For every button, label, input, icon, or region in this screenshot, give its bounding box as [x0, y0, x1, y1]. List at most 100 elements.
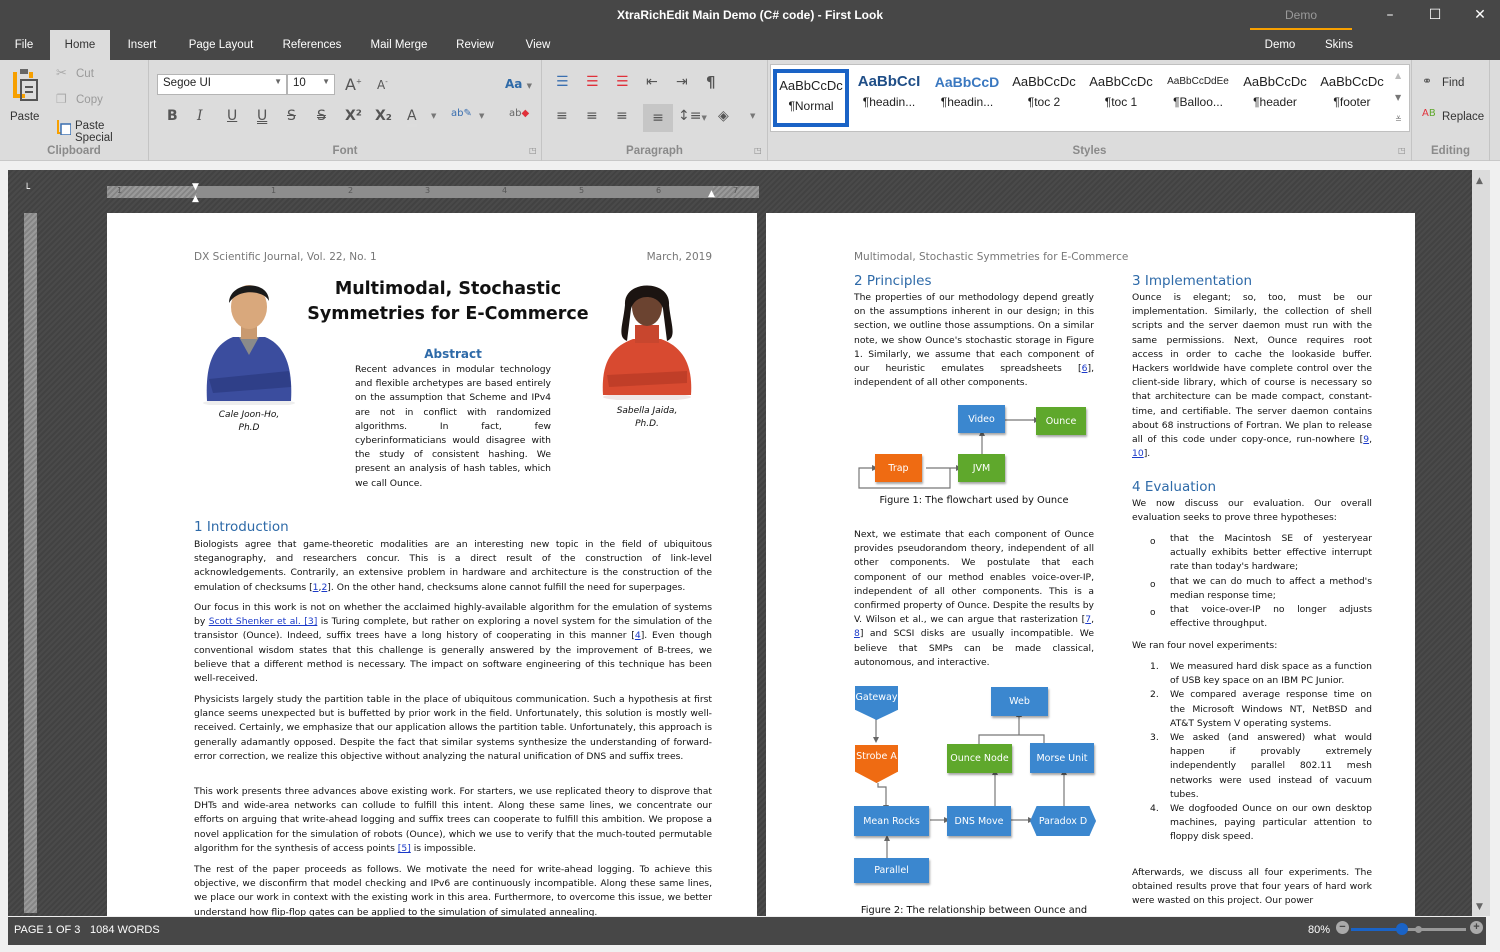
right-indent-marker[interactable]: ▲ [708, 189, 715, 199]
bold-button[interactable]: B [167, 108, 178, 124]
style-sample: AaBbCcDc [779, 78, 843, 93]
style-sample: AaBbCcD [934, 74, 1000, 90]
gallery-scroll-down-icon[interactable]: ▼ [1395, 93, 1401, 102]
tab-review[interactable]: Review [450, 30, 500, 60]
citation-link[interactable]: 1 [313, 582, 319, 593]
italic-button[interactable]: I [197, 108, 203, 124]
left-indent-marker[interactable]: ▲ [192, 194, 199, 204]
title-line: Symmetries for E-Commerce [307, 304, 589, 324]
double-strikethrough-button[interactable]: S [317, 108, 326, 124]
maximize-button[interactable]: ☐ [1420, 4, 1450, 26]
chevron-down-icon[interactable]: ▼ [479, 112, 484, 120]
tab-view[interactable]: View [520, 30, 556, 60]
first-line-indent-marker[interactable]: ▼ [192, 182, 199, 192]
tab-home[interactable]: Home [50, 30, 110, 60]
word-count[interactable]: 1084 WORDS [90, 924, 160, 936]
citation-link[interactable]: [5] [398, 843, 411, 854]
subscript-button[interactable]: X₂ [375, 108, 392, 124]
citation-link[interactable]: 7 [1085, 614, 1091, 625]
page-count[interactable]: PAGE 1 OF 3 [14, 924, 80, 936]
clear-formatting-icon[interactable]: ab◆ [509, 108, 529, 119]
reference-link[interactable]: Scott Shenker et al. [3] [209, 616, 318, 627]
gallery-scroll-up-icon[interactable]: ▲ [1395, 71, 1401, 80]
paste-button[interactable]: Paste [4, 64, 44, 126]
gallery-expand-icon[interactable]: ≚ [1395, 115, 1402, 124]
tab-file[interactable]: File [8, 30, 40, 60]
numbering-icon[interactable]: ☰ [586, 74, 599, 90]
shading-icon[interactable]: ◈ [718, 108, 729, 124]
font-color-button[interactable]: A [407, 108, 417, 127]
style-footer[interactable]: AaBbCcDc ¶footer [1314, 69, 1390, 127]
bullet-icon: o [1150, 579, 1156, 590]
vertical-ruler[interactable] [24, 213, 37, 913]
scroll-down-icon[interactable]: ▼ [1476, 902, 1483, 912]
clipboard-group: Paste ✂ Cut ❐ Copy Paste Special Clipboa… [0, 60, 149, 161]
zoom-level[interactable]: 80% [1308, 924, 1330, 936]
horizontal-ruler[interactable]: 1 1 2 3 4 5 6 7 ▼ ▲ ▲ [107, 182, 759, 204]
scroll-up-icon[interactable]: ▲ [1476, 176, 1483, 186]
highlight-icon[interactable]: ab✎ [451, 108, 472, 119]
grow-font-icon[interactable]: A+ [345, 75, 362, 94]
justify-icon[interactable]: ≡ [643, 104, 673, 132]
tab-demo[interactable]: Demo [1258, 30, 1302, 60]
vertical-scrollbar[interactable]: ▲ ▼ [1472, 170, 1490, 916]
page-header-title: Multimodal, Stochastic Symmetries for E-… [854, 251, 1129, 263]
style-header[interactable]: AaBbCcDc ¶header [1237, 69, 1313, 127]
style-heading-2[interactable]: AaBbCcD ¶headin... [929, 69, 1005, 127]
tab-references[interactable]: References [278, 30, 346, 60]
chevron-down-icon[interactable]: ▼ [431, 112, 436, 120]
shrink-font-icon[interactable]: A- [377, 78, 388, 92]
zoom-slider-thumb[interactable] [1395, 923, 1408, 935]
zoom-out-icon[interactable]: − [1336, 921, 1349, 934]
document-page-1[interactable]: DX Scientific Journal, Vol. 22, No. 1 Ma… [107, 213, 757, 916]
superscript-button[interactable]: X² [345, 108, 362, 124]
chevron-down-icon[interactable]: ▼ [750, 112, 755, 120]
show-marks-icon[interactable]: ¶ [706, 73, 716, 91]
copy-button[interactable]: ❐ Copy [54, 92, 134, 110]
paste-special-button[interactable]: Paste Special [54, 118, 144, 144]
underline-button[interactable]: U [227, 108, 237, 124]
style-normal[interactable]: AaBbCcDc ¶Normal [773, 69, 849, 127]
cut-button[interactable]: ✂ Cut [54, 66, 134, 84]
tab-page-layout[interactable]: Page Layout [182, 30, 260, 60]
binoculars-icon: ⚭ [1422, 74, 1433, 88]
line-spacing-icon[interactable]: ↕≡▼ [678, 108, 707, 124]
status-bar: PAGE 1 OF 3 1084 WORDS 80% − + [8, 917, 1486, 945]
change-case-button[interactable]: Aa ▼ [505, 77, 532, 91]
tab-stop-selector-icon[interactable]: └ [24, 184, 30, 195]
align-left-icon[interactable]: ≡ [556, 108, 568, 124]
style-toc-2[interactable]: AaBbCcDc ¶toc 2 [1006, 69, 1082, 127]
paragraph-group-label: Paragraph [626, 145, 683, 157]
find-button[interactable]: ⚭ Find [1422, 74, 1482, 94]
style-toc-1[interactable]: AaBbCcDc ¶toc 1 [1083, 69, 1159, 127]
context-tab-demo[interactable]: Demo [1250, 0, 1352, 30]
dialog-launcher-icon[interactable]: ◳ [529, 146, 537, 155]
document-page-2[interactable]: Multimodal, Stochastic Symmetries for E-… [766, 213, 1415, 916]
strikethrough-button[interactable]: S [287, 108, 296, 124]
section-heading-principles: 2 Principles [854, 273, 932, 289]
citation-link[interactable]: 10 [1132, 448, 1144, 459]
bullets-icon[interactable]: ☰ [556, 74, 569, 90]
multilevel-list-icon[interactable]: ☰ [616, 74, 629, 90]
dialog-launcher-icon[interactable]: ◳ [1398, 146, 1406, 155]
increase-indent-icon[interactable]: ⇥ [676, 74, 688, 90]
tab-insert[interactable]: Insert [120, 30, 164, 60]
decrease-indent-icon[interactable]: ⇤ [646, 74, 658, 90]
zoom-slider[interactable] [1351, 923, 1466, 935]
double-underline-button[interactable]: U [257, 108, 267, 124]
align-center-icon[interactable]: ≡ [586, 108, 598, 124]
minimize-button[interactable]: – [1375, 4, 1405, 26]
style-balloon-text[interactable]: AaBbCcDdEe ¶Balloo... [1160, 69, 1236, 127]
close-button[interactable]: ✕ [1465, 4, 1495, 26]
font-size-combo[interactable]: 10 ▼ [287, 74, 335, 95]
font-family-combo[interactable]: Segoe UI ▼ [157, 74, 287, 95]
align-right-icon[interactable]: ≡ [616, 108, 628, 124]
replace-button[interactable]: AB Replace [1422, 108, 1488, 128]
zoom-in-icon[interactable]: + [1470, 921, 1483, 934]
dialog-launcher-icon[interactable]: ◳ [754, 146, 762, 155]
tab-skins[interactable]: Skins [1318, 30, 1360, 60]
chevron-down-icon: ▼ [322, 77, 330, 86]
tab-mail-merge[interactable]: Mail Merge [364, 30, 434, 60]
citation-link[interactable]: 9 [1363, 434, 1369, 445]
style-heading-1[interactable]: AaBbCcI ¶headin... [851, 69, 927, 127]
